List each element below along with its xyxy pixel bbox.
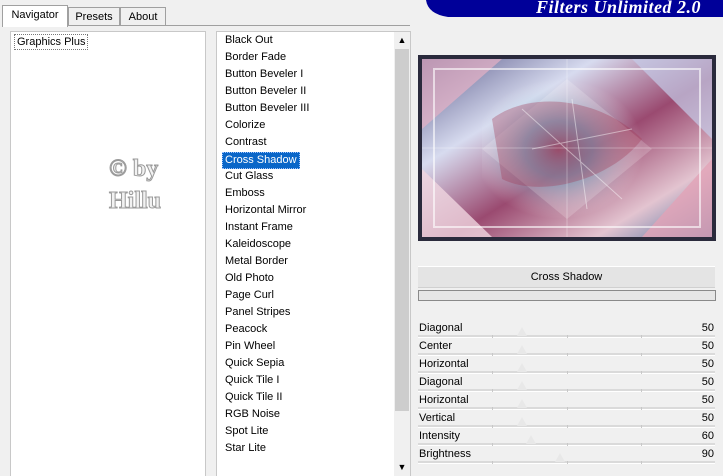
filter-item[interactable]: Pin Wheel	[223, 339, 277, 354]
slider-thumb[interactable]	[517, 345, 527, 354]
parameter-slider[interactable]: Brightness 90	[418, 446, 715, 464]
parameter-value: 60	[701, 430, 714, 442]
parameter-label: Center	[419, 340, 453, 352]
parameter-label: Intensity	[419, 430, 460, 442]
slider-thumb[interactable]	[517, 327, 527, 336]
title-banner: Filters Unlimited 2.0	[418, 0, 723, 17]
filter-item[interactable]: Emboss	[223, 186, 267, 201]
slider-thumb[interactable]	[526, 435, 536, 444]
parameter-slider[interactable]: Diagonal 50	[418, 374, 715, 392]
category-list[interactable]: Graphics Plus © by Hillu	[10, 31, 206, 476]
parameter-value: 50	[701, 358, 714, 370]
filter-item[interactable]: Border Fade	[223, 50, 288, 65]
filter-item[interactable]: Quick Tile I	[223, 373, 281, 388]
parameter-slider[interactable]: Horizontal 50	[418, 356, 715, 374]
parameter-label: Horizontal	[419, 394, 469, 406]
parameter-slider[interactable]: Intensity 60	[418, 428, 715, 446]
parameter-value: 50	[701, 412, 714, 424]
filter-item[interactable]: Peacock	[223, 322, 269, 337]
filter-item[interactable]: Button Beveler III	[223, 101, 311, 116]
filter-list-scrollbar[interactable]: ▲ ▼	[394, 32, 410, 476]
slider-tick	[641, 461, 642, 464]
current-filter-name: Cross Shadow	[418, 266, 715, 288]
parameter-slider[interactable]: Diagonal 50	[418, 320, 715, 338]
preview-artwork	[422, 59, 712, 237]
slider-tick	[492, 461, 493, 464]
filter-item[interactable]: Kaleidoscope	[223, 237, 293, 252]
scroll-up-icon[interactable]: ▲	[394, 32, 410, 49]
scroll-down-icon[interactable]: ▼	[394, 459, 410, 476]
tab-navigator[interactable]: Navigator	[2, 5, 68, 27]
slider-track[interactable]	[418, 453, 715, 464]
filter-item[interactable]: Page Curl	[223, 288, 276, 303]
parameter-slider[interactable]: Center 50	[418, 338, 715, 356]
preview-image	[418, 55, 716, 241]
tab-presets[interactable]: Presets	[68, 7, 120, 26]
filter-item[interactable]: Colorize	[223, 118, 267, 133]
parameter-slider[interactable]: Vertical 50	[418, 410, 715, 428]
filter-item[interactable]: Panel Stripes	[223, 305, 292, 320]
filter-list[interactable]: Black Out Border Fade Button Beveler I Butt…	[216, 31, 411, 476]
parameter-label: Vertical	[419, 412, 456, 424]
parameter-label: Horizontal	[419, 358, 469, 370]
filter-item[interactable]: Horizontal Mirror	[223, 203, 308, 218]
filter-item[interactable]: Quick Tile II	[223, 390, 284, 405]
parameter-label: Brightness	[419, 448, 471, 460]
slider-thumb[interactable]	[517, 399, 527, 408]
parameter-value: 50	[701, 376, 714, 388]
slider-thumb[interactable]	[555, 453, 565, 462]
filter-item[interactable]: Cut Glass	[223, 169, 275, 184]
filter-item[interactable]: Button Beveler I	[223, 67, 305, 82]
watermark-logo: © by Hillu	[107, 152, 197, 215]
parameter-value: 50	[701, 340, 714, 352]
banner-title: Filters Unlimited 2.0	[535, 0, 701, 17]
slider-thumb[interactable]	[517, 381, 527, 390]
filter-item[interactable]: Black Out	[223, 33, 275, 48]
filter-item[interactable]: Old Photo	[223, 271, 276, 286]
parameter-slider[interactable]: Horizontal 50	[418, 392, 715, 410]
filter-item[interactable]: RGB Noise	[223, 407, 282, 422]
scrollbar-thumb[interactable]	[395, 49, 409, 411]
filter-item[interactable]: Cross Shadow	[222, 152, 300, 169]
filter-item[interactable]: Button Beveler II	[223, 84, 308, 99]
slider-tick	[567, 461, 568, 464]
parameter-value: 50	[701, 394, 714, 406]
slider-thumb[interactable]	[517, 363, 527, 372]
filter-item[interactable]: Quick Sepia	[223, 356, 286, 371]
filter-item[interactable]: Contrast	[223, 135, 269, 150]
parameter-value: 50	[701, 322, 714, 334]
svg-text:Hillu: Hillu	[109, 188, 161, 214]
filter-item[interactable]: Instant Frame	[223, 220, 295, 235]
filter-item[interactable]: Metal Border	[223, 254, 290, 269]
filter-item[interactable]: Spot Lite	[223, 424, 270, 439]
parameter-label: Diagonal	[419, 376, 463, 388]
category-item-graphics-plus[interactable]: Graphics Plus	[14, 34, 89, 50]
filter-item[interactable]: Star Lite	[223, 441, 268, 456]
slider-thumb[interactable]	[517, 417, 527, 426]
parameter-label: Diagonal	[419, 322, 463, 334]
parameter-value: 90	[701, 448, 714, 460]
svg-text:© by: © by	[109, 156, 158, 182]
tab-about[interactable]: About	[120, 7, 166, 26]
progress-bar	[418, 290, 716, 301]
